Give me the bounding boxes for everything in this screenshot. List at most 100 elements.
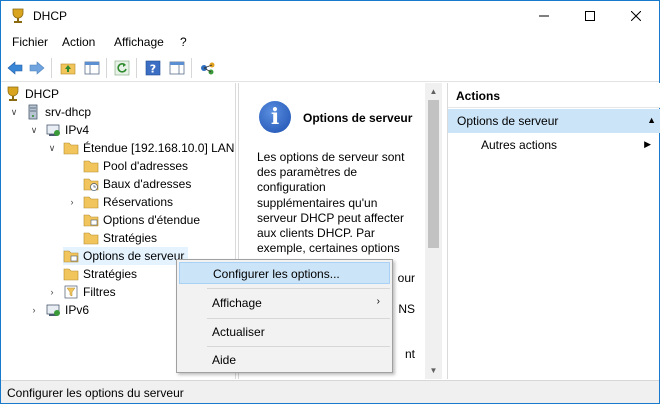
desc-line: Les options de serveur sont	[257, 150, 405, 164]
svg-text:?: ?	[150, 63, 156, 76]
tree-node-scope[interactable]: ∨ Étendue [192.168.10.0] LAN	[47, 139, 235, 157]
context-menu: Configurer les options... Affichage › Ac…	[176, 259, 393, 373]
context-item-label: Actualiser	[212, 325, 265, 339]
tree-node-dhcp[interactable]: DHCP	[5, 85, 59, 103]
tree-label: IPv6	[65, 303, 90, 317]
tree-label: Réservations	[103, 195, 174, 209]
maximize-icon	[585, 11, 595, 21]
chevron-right-icon[interactable]: ›	[47, 287, 57, 297]
tree-node-scope-policies[interactable]: Stratégies	[83, 229, 157, 247]
tree-label: Pool d'adresses	[103, 159, 189, 173]
context-item-help[interactable]: Aide	[179, 349, 390, 371]
toolbar-separator	[136, 58, 137, 78]
dhcp-tool-button[interactable]	[198, 58, 218, 78]
tree-node-ipv4[interactable]: ∨ IPv4	[29, 121, 89, 139]
ipv4-icon	[46, 124, 60, 136]
desc-line: configuration	[257, 180, 326, 195]
chevron-down-icon[interactable]: ∨	[47, 143, 57, 153]
scroll-down-icon[interactable]: ▼	[425, 362, 442, 379]
folder-icon	[63, 268, 79, 281]
menu-separator	[207, 346, 390, 347]
filter-icon	[64, 285, 78, 299]
action-pane-icon	[169, 61, 185, 75]
result-pane-title: Options de serveur	[303, 111, 413, 125]
close-icon	[631, 11, 641, 21]
menu-help[interactable]: ?	[180, 35, 187, 49]
folder-up-icon	[60, 63, 76, 75]
tree-label: DHCP	[25, 87, 60, 101]
toolbar-separator	[51, 58, 52, 78]
context-item-refresh[interactable]: Actualiser	[179, 321, 390, 343]
actions-header: Actions	[448, 83, 660, 108]
dhcp-icon	[7, 86, 19, 101]
chevron-down-icon[interactable]: ∨	[9, 107, 19, 117]
actions-section-server-options[interactable]: Options de serveur ▲	[448, 109, 660, 133]
folder-icon	[83, 160, 99, 173]
tree-node-scope-options[interactable]: Options d'étendue	[83, 211, 200, 229]
tree-node-ipv6[interactable]: › IPv6	[29, 301, 90, 319]
show-hide-tree-button[interactable]	[82, 58, 102, 78]
menu-separator	[207, 288, 390, 289]
toolbar-separator	[191, 58, 192, 78]
tree-label: Stratégies	[103, 231, 158, 245]
info-icon: i	[259, 101, 291, 133]
window-title: DHCP	[33, 9, 68, 23]
console-tree-icon	[84, 61, 100, 75]
menu-action[interactable]: Action	[62, 35, 95, 49]
tree-node-server[interactable]: ∨ srv-dhcp	[9, 103, 91, 121]
menu-fichier[interactable]: Fichier	[12, 35, 48, 49]
back-button[interactable]	[5, 58, 25, 78]
scroll-up-icon[interactable]: ▲	[425, 83, 442, 100]
tree-node-server-options[interactable]: Options de serveur	[63, 247, 189, 265]
context-item-view[interactable]: Affichage ›	[179, 292, 390, 314]
help-button[interactable]: ?	[143, 58, 163, 78]
chevron-right-icon[interactable]: ›	[67, 197, 77, 207]
maximize-button[interactable]	[567, 1, 613, 31]
submenu-arrow-icon[interactable]: ▶	[644, 139, 651, 150]
tree-label: Étendue [192.168.10.0] LAN	[83, 141, 235, 155]
folder-options-icon	[63, 250, 79, 263]
tree-label: srv-dhcp	[45, 105, 92, 119]
folder-icon	[63, 142, 79, 155]
menu-separator	[207, 318, 390, 319]
context-item-configure-options[interactable]: Configurer les options...	[179, 262, 390, 284]
show-hide-action-pane-button[interactable]	[167, 58, 187, 78]
context-item-label: Affichage	[212, 296, 262, 310]
close-button[interactable]	[613, 1, 659, 31]
desc-line: exemple, certaines options	[257, 241, 400, 256]
actions-pane: Actions Options de serveur ▲ Autres acti…	[447, 83, 660, 379]
collapse-up-icon[interactable]: ▲	[647, 115, 656, 125]
refresh-icon	[114, 60, 130, 76]
forward-button[interactable]	[27, 58, 47, 78]
minimize-button[interactable]	[521, 1, 567, 31]
minimize-icon	[539, 15, 549, 17]
ipv6-icon	[46, 304, 60, 316]
up-level-button[interactable]	[58, 58, 78, 78]
status-text: Configurer les options du serveur	[7, 386, 184, 400]
tree-node-policies[interactable]: Stratégies	[63, 265, 137, 283]
menu-affichage[interactable]: Affichage	[114, 35, 164, 49]
tree-node-address-leases[interactable]: Baux d'adresses	[83, 175, 191, 193]
chevron-right-icon[interactable]: ›	[29, 305, 39, 315]
back-arrow-icon	[7, 61, 23, 75]
toolbar-separator	[106, 58, 107, 78]
tree-label: Options d'étendue	[103, 213, 201, 227]
refresh-button[interactable]	[112, 58, 132, 78]
scrollbar-thumb[interactable]	[428, 100, 439, 248]
context-item-label: Aide	[212, 353, 237, 367]
desc-line: aux clients DHCP. Par	[257, 226, 375, 241]
chevron-down-icon[interactable]: ∨	[29, 125, 39, 135]
tree-node-reservations[interactable]: › Réservations	[67, 193, 174, 211]
more-actions-item[interactable]: Autres actions	[481, 138, 557, 152]
context-item-label: Configurer les options...	[213, 267, 340, 281]
tree-node-filters[interactable]: › Filtres	[47, 283, 116, 301]
result-pane-scrollbar[interactable]: ▲ ▼	[425, 83, 442, 379]
folder-clock-icon	[83, 178, 99, 191]
server-icon	[28, 104, 38, 120]
submenu-arrow-icon: ›	[376, 296, 380, 307]
desc-line: supplémentaires qu'un	[257, 195, 378, 210]
tree-node-address-pool[interactable]: Pool d'adresses	[83, 157, 188, 175]
tree-label: Options de serveur	[83, 249, 185, 263]
actions-section-label: Options de serveur	[457, 114, 559, 128]
title-bar: DHCP	[1, 1, 659, 31]
